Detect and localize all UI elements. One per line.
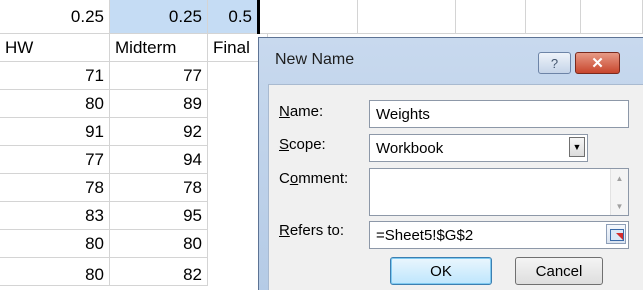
scroll-down-icon[interactable]: ▼: [611, 197, 628, 215]
cell-hw[interactable]: 78: [0, 174, 110, 202]
cell-k2[interactable]: [526, 0, 581, 34]
cell-hw[interactable]: 80: [0, 230, 110, 258]
cell-hw[interactable]: 80: [0, 90, 110, 118]
dialog-body: Name: Weights Scope: Workbook ▼ Comment:…: [268, 84, 643, 290]
dialog-title: New Name: [275, 51, 355, 68]
cell-hw[interactable]: 83: [0, 202, 110, 230]
cell-hw[interactable]: 91: [0, 118, 110, 146]
cell-hw[interactable]: 77: [0, 146, 110, 174]
cell-midterm[interactable]: 92: [110, 118, 208, 146]
dialog-titlebar[interactable]: New Name ? ✕: [259, 38, 643, 84]
comment-field[interactable]: ▲ ▼: [369, 168, 629, 216]
dropdown-arrow-icon[interactable]: ▼: [569, 137, 585, 157]
cell-hw[interactable]: 80: [0, 258, 110, 286]
cell-f2[interactable]: 0.25: [110, 0, 208, 34]
comment-scrollbar[interactable]: ▲ ▼: [610, 169, 628, 215]
scope-value: Workbook: [376, 139, 444, 157]
cell-midterm[interactable]: 82: [110, 258, 208, 286]
refers-to-label: Refers to:: [279, 222, 345, 239]
name-label: Name:: [279, 103, 324, 120]
cell-i2[interactable]: [358, 0, 456, 34]
cell-e2[interactable]: 0.25: [0, 0, 110, 34]
header-hw[interactable]: HW: [0, 34, 110, 62]
cell-midterm[interactable]: 95: [110, 202, 208, 230]
close-icon[interactable]: ✕: [575, 52, 620, 74]
cell-midterm[interactable]: 77: [110, 62, 208, 90]
scope-select[interactable]: Workbook ▼: [369, 134, 588, 162]
cell-midterm[interactable]: 89: [110, 90, 208, 118]
cell-h2[interactable]: [260, 0, 358, 34]
cell-j2[interactable]: [456, 0, 526, 34]
name-field[interactable]: Weights: [369, 100, 629, 128]
refers-to-field[interactable]: =Sheet5!$G$2: [369, 221, 629, 249]
comment-label: Comment:: [279, 170, 349, 187]
cancel-button[interactable]: Cancel: [515, 257, 603, 285]
cell-midterm[interactable]: 78: [110, 174, 208, 202]
scope-label: Scope:: [279, 136, 326, 153]
cell-l2[interactable]: [581, 0, 643, 34]
refers-to-value: =Sheet5!$G$2: [376, 226, 474, 244]
cell-g2[interactable]: 0.5: [208, 0, 258, 34]
new-name-dialog: New Name ? ✕ Name: Weights Scope: Workbo…: [258, 37, 643, 290]
range-select-icon[interactable]: [606, 224, 626, 244]
name-label-text: ame:: [289, 103, 324, 120]
cell-midterm[interactable]: 94: [110, 146, 208, 174]
cell-midterm[interactable]: 80: [110, 230, 208, 258]
scroll-up-icon[interactable]: ▲: [611, 169, 628, 187]
header-midterm[interactable]: Midterm: [110, 34, 208, 62]
help-icon[interactable]: ?: [538, 52, 571, 74]
cell-hw[interactable]: 71: [0, 62, 110, 90]
ok-button[interactable]: OK: [390, 257, 492, 285]
